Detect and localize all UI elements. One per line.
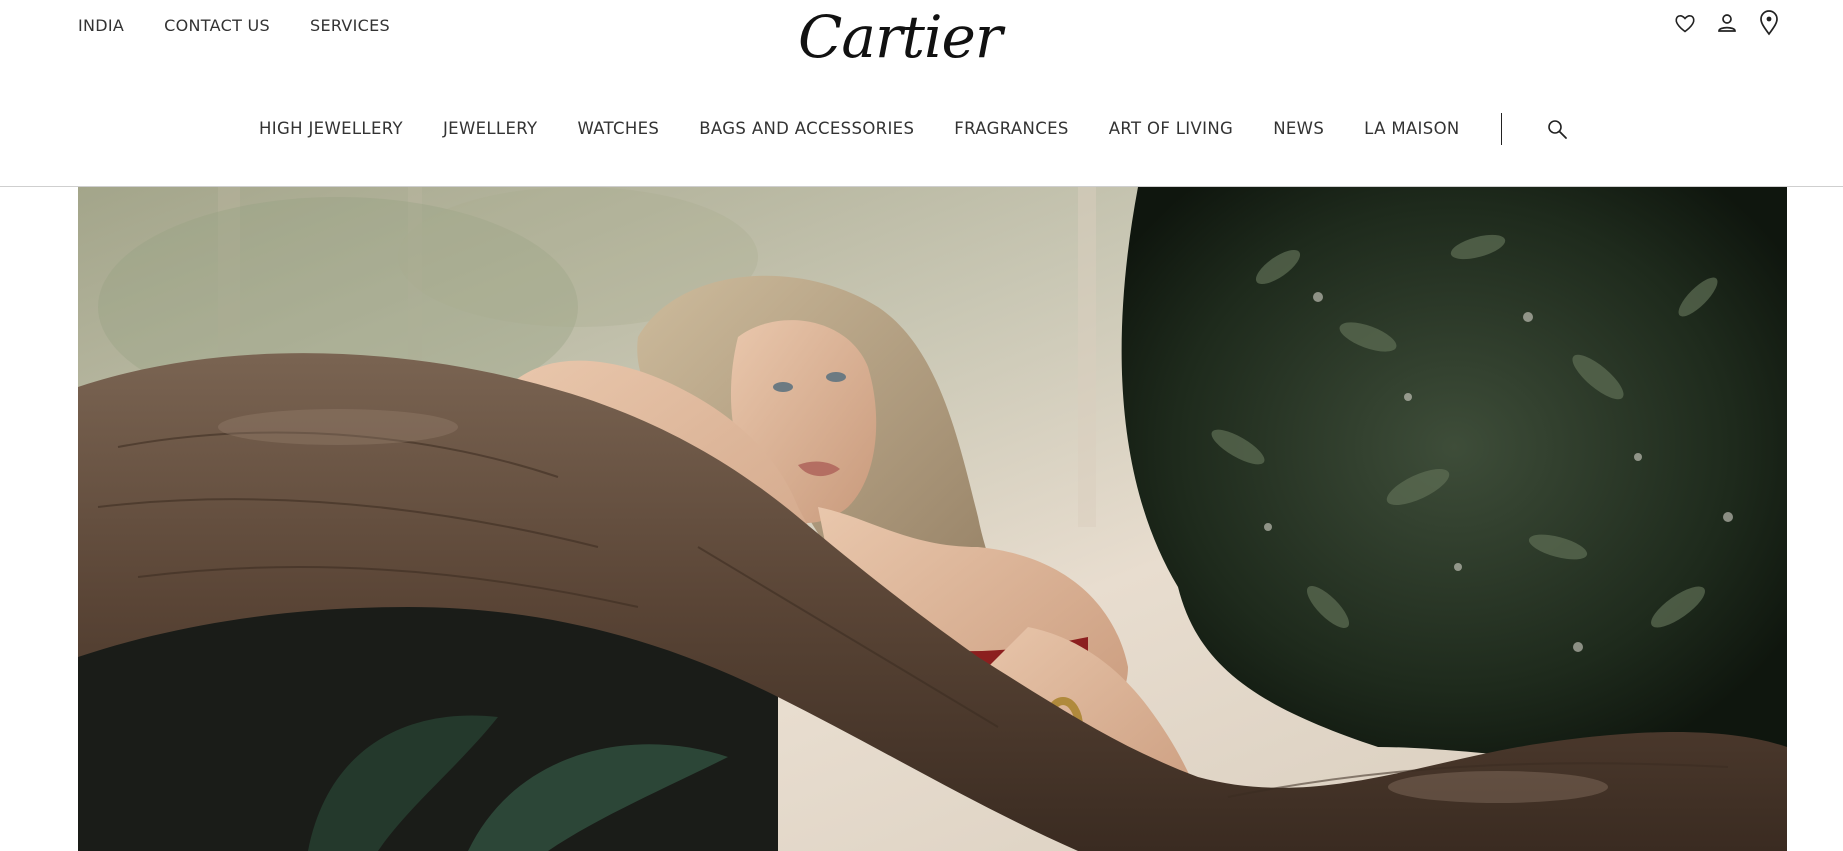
location-pin-icon[interactable] bbox=[1757, 10, 1781, 36]
cartier-logo[interactable]: Cartier bbox=[798, 2, 1003, 72]
country-link[interactable]: INDIA bbox=[78, 16, 124, 36]
services-link[interactable]: SERVICES bbox=[310, 16, 390, 36]
hero-photo bbox=[78, 187, 1787, 851]
nav-jewellery[interactable]: JEWELLERY bbox=[443, 117, 537, 141]
nav-fragrances[interactable]: FRAGRANCES bbox=[954, 117, 1068, 141]
heart-icon[interactable] bbox=[1673, 10, 1697, 36]
user-icon[interactable] bbox=[1715, 10, 1739, 36]
hero-banner-image[interactable] bbox=[78, 187, 1787, 851]
nav-high-jewellery[interactable]: HIGH JEWELLERY bbox=[259, 117, 403, 141]
nav-bags-and-accessories[interactable]: BAGS AND ACCESSORIES bbox=[699, 117, 914, 141]
nav-watches[interactable]: WATCHES bbox=[577, 117, 659, 141]
search-icon[interactable] bbox=[1545, 117, 1569, 141]
nav-la-maison[interactable]: LA MAISON bbox=[1364, 117, 1459, 141]
utility-nav: INDIA CONTACT US SERVICES bbox=[78, 16, 430, 36]
site-header: INDIA CONTACT US SERVICES Cartier HIGH J… bbox=[0, 0, 1843, 187]
nav-art-of-living[interactable]: ART OF LIVING bbox=[1109, 117, 1234, 141]
header-icons bbox=[1673, 10, 1781, 36]
main-nav: HIGH JEWELLERY JEWELLERY WATCHES BAGS AN… bbox=[259, 113, 1569, 145]
contact-us-link[interactable]: CONTACT US bbox=[164, 16, 270, 36]
nav-divider bbox=[1500, 113, 1502, 145]
nav-news[interactable]: NEWS bbox=[1273, 117, 1324, 141]
